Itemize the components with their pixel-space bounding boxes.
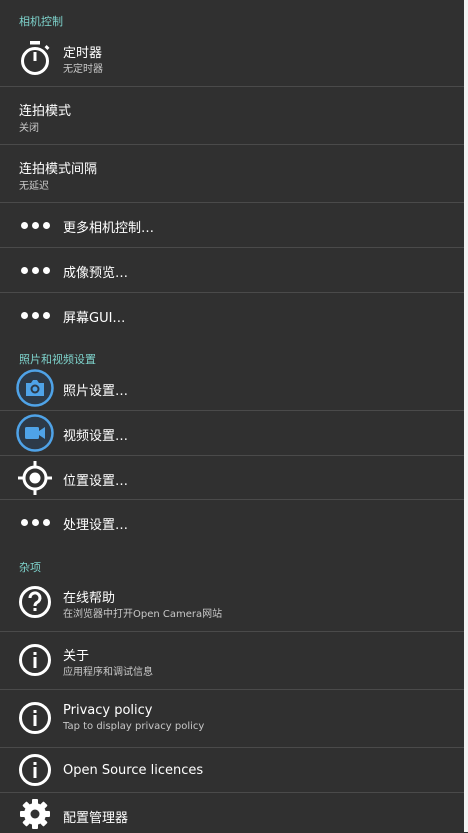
pref-video-settings-title: 视频设置… bbox=[63, 429, 129, 444]
pref-burst-interval[interactable]: 连拍模式间隔 无延迟 bbox=[0, 145, 464, 202]
pref-open-source-licences-title: Open Source licences bbox=[63, 763, 204, 778]
pref-settings-manager-title: 配置管理器 bbox=[63, 811, 129, 826]
pref-photo-settings[interactable]: 照片设置… bbox=[0, 366, 464, 410]
pref-privacy-policy-title: Privacy policy bbox=[63, 703, 153, 718]
more-dots-icon bbox=[16, 206, 54, 244]
pref-privacy-policy-summary: Tap to display privacy policy bbox=[63, 721, 205, 732]
pref-burst-interval-summary: 无延迟 bbox=[19, 181, 49, 192]
videocam-icon bbox=[16, 414, 54, 452]
camera-icon bbox=[16, 369, 54, 407]
pref-location-settings-title: 位置设置… bbox=[63, 474, 129, 489]
info-circle-icon bbox=[16, 641, 54, 679]
pref-online-help[interactable]: 在线帮助 在浏览器中打开Open Camera网站 bbox=[0, 574, 464, 631]
pref-timer[interactable]: 定时器 无定时器 bbox=[0, 32, 464, 86]
pref-online-help-summary: 在浏览器中打开Open Camera网站 bbox=[63, 609, 223, 620]
scrollbar-edge bbox=[464, 0, 468, 832]
pref-processing-settings[interactable]: 处理设置… bbox=[0, 500, 464, 544]
pref-location-settings[interactable]: 位置设置… bbox=[0, 456, 464, 499]
pref-privacy-policy[interactable]: Privacy policy Tap to display privacy po… bbox=[0, 690, 464, 747]
pref-more-camera-controls[interactable]: 更多相机控制… bbox=[0, 203, 464, 247]
pref-burst-mode-title: 连拍模式 bbox=[19, 104, 72, 119]
pref-preview-title: 成像预览… bbox=[63, 266, 129, 281]
pref-online-help-title: 在线帮助 bbox=[63, 591, 116, 606]
pref-open-source-licences[interactable]: Open Source licences bbox=[0, 748, 464, 792]
pref-about-title: 关于 bbox=[63, 649, 90, 664]
pref-burst-mode[interactable]: 连拍模式 关闭 bbox=[0, 87, 464, 144]
pref-about-summary: 应用程序和调试信息 bbox=[63, 667, 153, 678]
pref-on-screen-gui[interactable]: 屏幕GUI… bbox=[0, 293, 464, 337]
gear-icon bbox=[16, 795, 54, 833]
info-circle-icon bbox=[16, 751, 54, 789]
pref-timer-title: 定时器 bbox=[63, 46, 103, 61]
pref-more-camera-controls-title: 更多相机控制… bbox=[63, 221, 155, 236]
info-circle-icon bbox=[16, 699, 54, 737]
gps-crosshair-icon bbox=[16, 459, 54, 497]
help-circle-icon bbox=[16, 583, 54, 621]
more-dots-icon bbox=[16, 503, 54, 541]
pref-settings-manager[interactable]: 配置管理器 bbox=[0, 793, 464, 832]
pref-burst-interval-title: 连拍模式间隔 bbox=[19, 162, 98, 177]
stopwatch-icon bbox=[16, 39, 54, 77]
more-dots-icon bbox=[16, 251, 54, 289]
pref-preview[interactable]: 成像预览… bbox=[0, 248, 464, 292]
pref-processing-settings-title: 处理设置… bbox=[63, 518, 129, 533]
pref-on-screen-gui-title: 屏幕GUI… bbox=[63, 311, 126, 326]
pref-burst-mode-summary: 关闭 bbox=[19, 123, 39, 134]
pref-timer-summary: 无定时器 bbox=[63, 64, 103, 75]
pref-video-settings[interactable]: 视频设置… bbox=[0, 411, 464, 455]
pref-about[interactable]: 关于 应用程序和调试信息 bbox=[0, 632, 464, 689]
pref-photo-settings-title: 照片设置… bbox=[63, 384, 129, 399]
more-dots-icon bbox=[16, 296, 54, 334]
